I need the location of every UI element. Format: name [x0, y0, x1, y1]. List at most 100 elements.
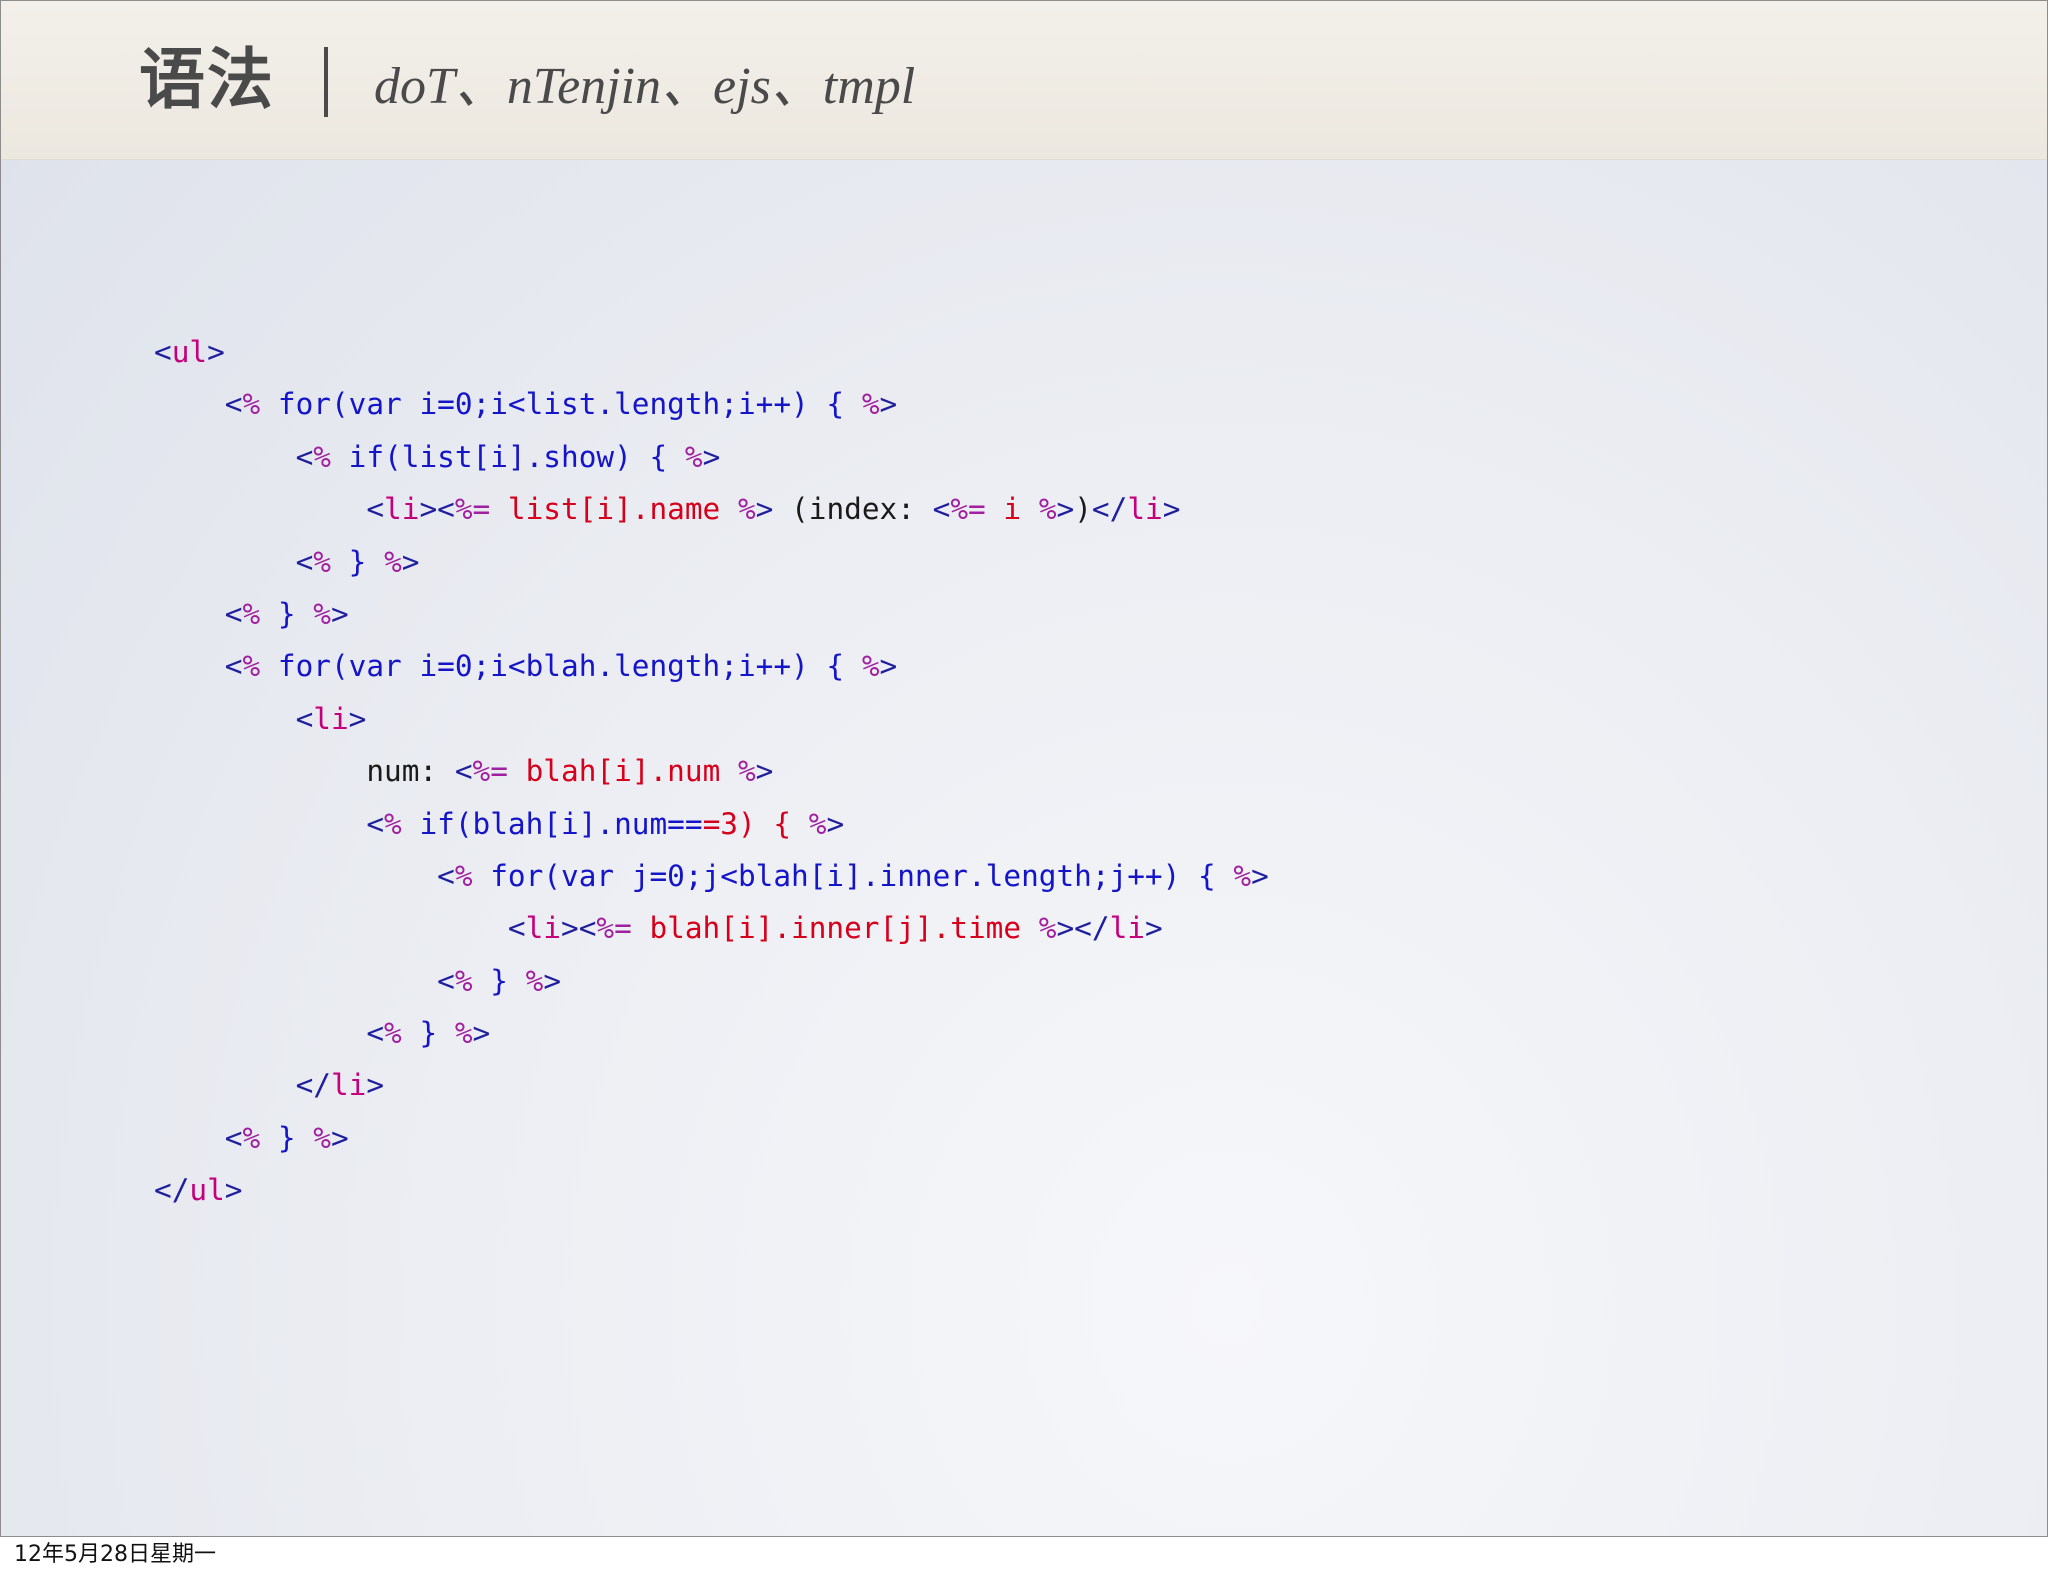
code-token: ul: [171, 335, 208, 369]
code-token: <: [224, 596, 243, 631]
code-token: %: [384, 1016, 402, 1051]
slide-title: 语法: [139, 41, 275, 118]
code-line: <% } %>: [154, 588, 1269, 640]
code-line: <% if(list[i].show) { %>: [154, 431, 1269, 483]
code-token: list[i].name: [490, 492, 738, 527]
code-token: ul: [189, 1173, 225, 1208]
code-token: }: [260, 1120, 314, 1155]
code-token: <: [154, 335, 172, 369]
slide-header: 语法 doT、nTenjin、ejs、tmpl: [1, 1, 2047, 160]
code-token: >: [366, 1068, 385, 1103]
code-token: <: [454, 754, 473, 789]
code-token: %: [861, 649, 880, 684]
code-token: %: [242, 387, 261, 422]
code-token: }: [472, 963, 526, 998]
code-token: >: [755, 492, 774, 527]
code-line: <% for(var i=0;i<blah.length;i++) { %>: [154, 640, 1269, 692]
code-line: </ul>: [154, 1164, 1269, 1216]
code-line: </li>: [154, 1059, 1269, 1111]
code-token: <: [224, 649, 243, 684]
code-token: %: [525, 963, 544, 998]
code-token: <: [437, 963, 455, 998]
code-token: >: [224, 1173, 243, 1208]
code-token: %: [808, 806, 827, 841]
code-token: >: [1056, 492, 1075, 527]
code-token: for(var i=0;i<list.length;i++) {: [260, 387, 862, 422]
code-line: <% } %>: [154, 955, 1269, 1007]
code-token: num:: [366, 754, 455, 789]
code-token: ></: [1056, 911, 1110, 946]
code-token: %=: [950, 492, 986, 527]
code-token: >: [401, 544, 420, 579]
code-token: li: [384, 492, 420, 527]
code-token: >: [330, 1120, 349, 1155]
code-token: %: [313, 596, 331, 631]
code-token: >: [207, 335, 225, 369]
code-token: li: [330, 1068, 367, 1103]
code-token: %=: [472, 754, 508, 789]
code-token: %: [242, 596, 261, 631]
code-token: %: [313, 544, 331, 579]
code-token: blah[i].inner[j].time: [631, 911, 1039, 946]
code-line: <li>: [154, 693, 1269, 745]
code-token: %: [1038, 492, 1057, 527]
slide-subtitle: doT、nTenjin、ejs、tmpl: [374, 58, 916, 115]
code-token: %=: [596, 911, 632, 946]
code-token: <: [366, 1016, 385, 1051]
code-token: %: [861, 387, 880, 422]
code-token: >: [472, 1016, 491, 1051]
code-line: <% } %>: [154, 536, 1269, 588]
code-token: <: [295, 701, 314, 736]
code-token: <: [366, 492, 385, 527]
code-token: <: [366, 806, 385, 841]
code-token: >: [348, 701, 367, 736]
code-token: >: [1144, 911, 1163, 946]
code-line: <% for(var j=0;j<blah[i].inner.length;j+…: [154, 850, 1269, 902]
code-token: %: [242, 649, 261, 684]
code-token: %: [313, 439, 331, 474]
code-token: >: [330, 596, 349, 631]
code-token: li: [1127, 492, 1163, 527]
code-token: </: [1091, 492, 1128, 527]
slide: 语法 doT、nTenjin、ejs、tmpl <ul> <% for(var …: [0, 0, 2048, 1537]
code-token: >: [879, 387, 898, 422]
code-token: %: [1038, 911, 1057, 946]
code-token: </: [154, 1173, 190, 1208]
code-line: <% } %>: [154, 1007, 1269, 1059]
code-token: for(var j=0;j<blah[i].inner.length;j++) …: [472, 858, 1234, 893]
code-token: >: [1162, 492, 1181, 527]
code-token: for(var i=0;i<blah.length;i++) {: [260, 649, 862, 684]
code-token: %: [454, 963, 473, 998]
code-token: }: [260, 596, 314, 631]
code-token: >: [755, 754, 774, 789]
code-token: if(blah[i].num==: [401, 806, 703, 841]
code-token: %: [737, 754, 756, 789]
code-token: %: [313, 1120, 331, 1155]
code-token: <: [507, 911, 526, 946]
code-token: <: [295, 439, 314, 474]
code-token: li: [1109, 911, 1145, 946]
code-token: %: [1233, 858, 1252, 893]
code-token: %: [737, 492, 756, 527]
code-token: (index:: [773, 492, 933, 527]
code-token: <: [224, 1120, 243, 1155]
code-token: %: [384, 806, 402, 841]
code-token: >: [1251, 858, 1269, 893]
code-token: %: [384, 544, 402, 579]
code-token: ><: [561, 911, 597, 946]
title-separator: [324, 47, 328, 117]
code-token: %: [454, 1016, 473, 1051]
code-token: >: [879, 649, 898, 684]
code-token: ><: [419, 492, 455, 527]
code-token: %: [684, 439, 703, 474]
code-line: <li><%= blah[i].inner[j].time %></li>: [154, 902, 1269, 954]
code-token: li: [313, 701, 349, 736]
code-line: <% if(blah[i].num===3) { %>: [154, 798, 1269, 850]
code-token: %: [454, 858, 473, 893]
code-line: <li><%= list[i].name %> (index: <%= i %>…: [154, 483, 1269, 535]
code-token: blah[i].num: [507, 754, 738, 789]
code-token: </: [295, 1068, 331, 1103]
code-token: <: [295, 544, 314, 579]
code-line: <% } %>: [154, 1112, 1269, 1164]
code-line: <% for(var i=0;i<list.length;i++) { %>: [154, 378, 1269, 430]
